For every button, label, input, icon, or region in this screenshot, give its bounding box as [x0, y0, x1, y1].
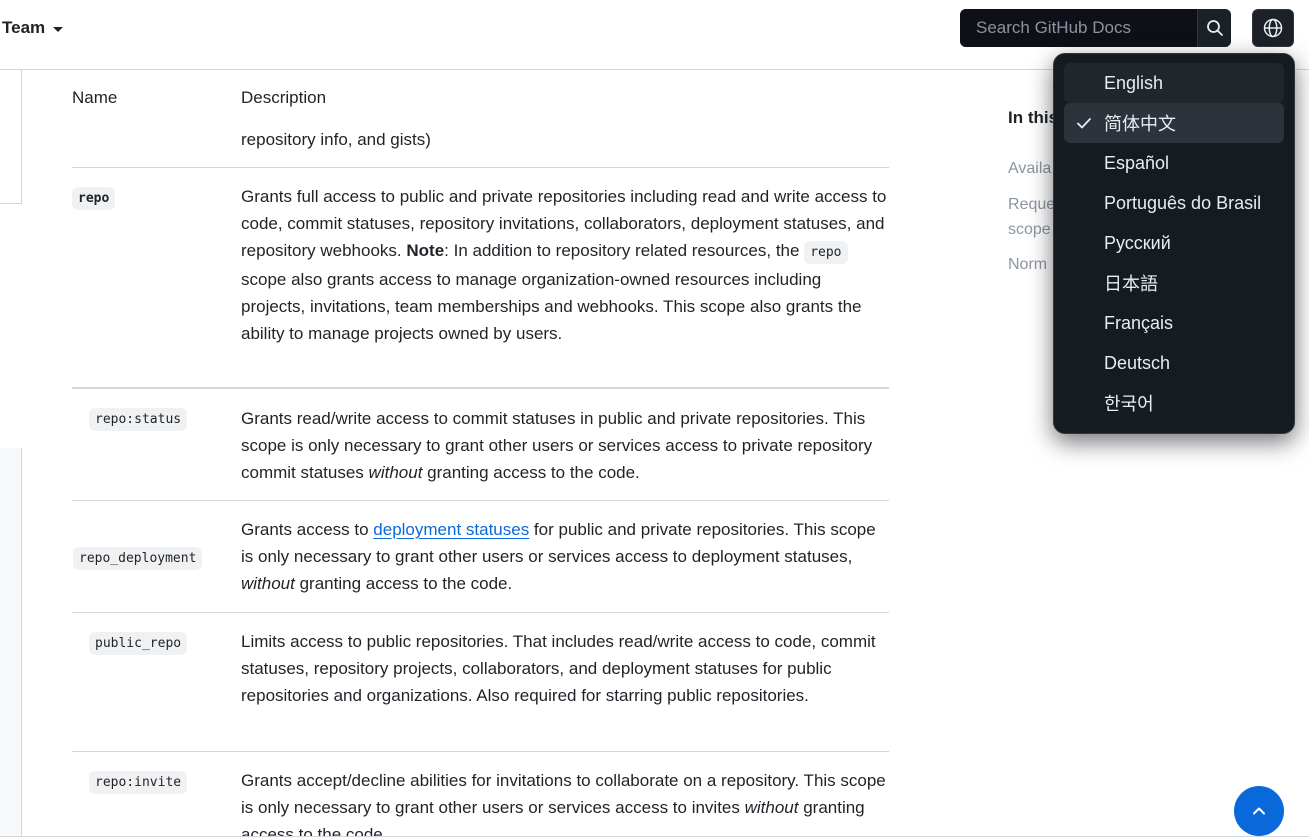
scope-name-cell: repo — [72, 168, 241, 387]
language-option-korean[interactable]: 한국어 — [1064, 383, 1284, 423]
table-row: repo:invite Grants accept/decline abilit… — [72, 751, 889, 837]
toc-item[interactable]: Availa — [1008, 160, 1051, 178]
search-box — [960, 9, 1231, 47]
column-header-name: Name — [72, 88, 118, 107]
language-label: English — [1104, 72, 1164, 93]
emphasis-text: without — [744, 798, 799, 817]
scope-description: Grants accept/decline abilities for invi… — [241, 752, 889, 837]
scope-name: repo:invite — [89, 771, 188, 794]
language-label: 简体中文 — [1104, 114, 1176, 134]
description-text: Limits access to public repositories. Th… — [241, 632, 876, 705]
language-label: Português do Brasil — [1104, 192, 1262, 213]
note-label: Note — [406, 241, 445, 260]
inline-code: repo — [804, 241, 848, 264]
scope-name: repo:status — [89, 408, 188, 431]
language-option-russian[interactable]: Русский — [1064, 223, 1284, 263]
scope-description: Grants read/write access to commit statu… — [241, 389, 889, 500]
scope-description: Limits access to public repositories. Th… — [241, 613, 889, 751]
sidebar-edge — [0, 70, 22, 837]
scroll-to-top-button[interactable] — [1234, 786, 1284, 836]
language-menu: English 简体中文 Español Português do Brasil… — [1053, 53, 1295, 434]
toc-item[interactable]: Reque — [1008, 196, 1055, 214]
search-icon — [1206, 20, 1223, 36]
scope-name-cell: repo_deployment — [72, 501, 241, 612]
description-text: Grants access to — [241, 520, 374, 539]
globe-icon — [1263, 18, 1283, 38]
check-icon — [1077, 118, 1091, 129]
scope-name-cell: repo:status — [72, 389, 241, 500]
language-label: Deutsch — [1104, 352, 1171, 373]
table-row: public_repo Limits access to public repo… — [72, 612, 889, 751]
language-option-portuguese[interactable]: Português do Brasil — [1064, 183, 1284, 223]
table-row: repo Grants full access to public and pr… — [72, 167, 889, 387]
toc-title: In this — [1008, 108, 1059, 127]
language-option-japanese[interactable]: 日本語 — [1064, 263, 1284, 303]
description-text: granting access to the code. — [422, 463, 640, 482]
language-option-spanish[interactable]: Español — [1064, 143, 1284, 183]
language-option-chinese[interactable]: 简体中文 — [1064, 103, 1284, 143]
language-option-french[interactable]: Français — [1064, 303, 1284, 343]
emphasis-text: without — [241, 574, 295, 593]
language-button[interactable] — [1252, 9, 1294, 47]
description-text: scope also grants access to manage organ… — [241, 270, 862, 343]
search-input[interactable] — [960, 9, 1197, 47]
emphasis-text: without — [368, 463, 423, 482]
version-picker[interactable]: Team — [2, 18, 64, 38]
language-label: 日本語 — [1104, 274, 1158, 294]
continued-description: repository info, and gists) — [241, 130, 431, 149]
version-label: Team — [2, 18, 46, 37]
language-label: Español — [1104, 152, 1170, 173]
scope-name: repo — [72, 187, 116, 210]
column-header-description: Description — [241, 88, 327, 107]
toc-item[interactable]: scope — [1008, 221, 1051, 239]
scopes-table: Name Description repository info, and gi… — [72, 70, 889, 837]
chevron-up-icon — [1253, 807, 1265, 815]
language-label: Русский — [1104, 232, 1171, 253]
table-header: Name Description repository info, and gi… — [72, 70, 889, 167]
description-text: : In addition to repository related reso… — [444, 241, 805, 260]
scope-name-cell: public_repo — [72, 613, 241, 751]
sidebar-top-segment — [0, 70, 22, 204]
chevron-down-icon — [53, 26, 64, 32]
scope-name: repo_deployment — [73, 547, 203, 570]
in-this-article: In this Availa Reque scope Norm — [1008, 108, 1059, 273]
language-option-german[interactable]: Deutsch — [1064, 343, 1284, 383]
language-label: 한국어 — [1104, 394, 1154, 414]
scope-description: Grants access to deployment statuses for… — [241, 501, 889, 612]
scope-name: public_repo — [89, 632, 188, 655]
search-button[interactable] — [1197, 9, 1231, 47]
description-text: granting access to the code. — [294, 574, 513, 593]
deployment-statuses-link[interactable]: deployment statuses — [373, 520, 529, 539]
language-option-english[interactable]: English — [1064, 63, 1284, 103]
sidebar-bottom-segment — [0, 448, 22, 837]
toc-item[interactable]: Norm — [1008, 256, 1047, 274]
scope-description: Grants full access to public and private… — [241, 168, 889, 387]
scope-name-cell: repo:invite — [72, 752, 241, 837]
table-row: repo:status Grants read/write access to … — [72, 387, 889, 500]
language-label: Français — [1104, 312, 1174, 333]
table-row: repo_deployment Grants access to deploym… — [72, 500, 889, 612]
